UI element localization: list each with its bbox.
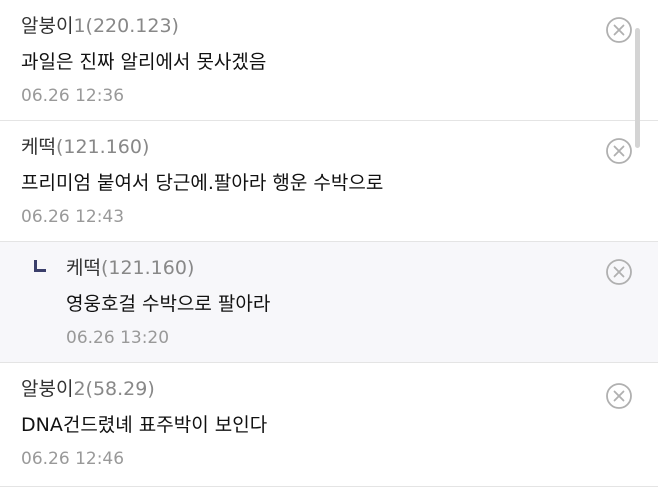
comment-date: 06.26 13:20 (66, 328, 170, 348)
comment-item: 케떡(121.160) 프리미엄 붙여서 당근에.팔아라 행운 수박으로 06.… (0, 121, 658, 242)
delete-comment-icon[interactable] (605, 137, 633, 165)
comment-ip: (121.160) (100, 257, 195, 279)
comment-author: 알붕이2(58.29) (21, 376, 155, 402)
comment-date: 06.26 12:36 (21, 86, 125, 106)
reply-comment-item: 케떡(121.160) 영웅호걸 수박으로 팔아라 06.26 13:20 (0, 242, 658, 363)
scrollbar-thumb[interactable] (635, 28, 640, 148)
comment-item: 알붕이1(220.123) 과일은 진짜 알리에서 못사겠음 06.26 12:… (0, 0, 658, 121)
comment-text: DNA건드렸녜 표주박이 보인다 (21, 414, 268, 436)
comment-date: 06.26 12:43 (21, 207, 125, 227)
comment-ip: (220.123) (85, 15, 179, 37)
comment-list: 알붕이1(220.123) 과일은 진짜 알리에서 못사겠음 06.26 12:… (0, 0, 658, 487)
comment-text: 과일은 진짜 알리에서 못사겠음 (21, 51, 267, 73)
comment-author: 케떡(121.160) (66, 255, 194, 281)
delete-comment-icon[interactable] (605, 382, 633, 410)
comment-author: 케떡(121.160) (21, 134, 149, 160)
delete-comment-icon[interactable] (605, 258, 633, 286)
comment-text: 영웅호걸 수박으로 팔아라 (66, 293, 271, 315)
comment-item: 알붕이2(58.29) DNA건드렸녜 표주박이 보인다 06.26 12:46 (0, 363, 658, 487)
comment-ip: (121.160) (55, 136, 150, 158)
comment-ip: (58.29) (85, 378, 155, 400)
comment-date: 06.26 12:46 (21, 449, 125, 469)
comment-author: 알붕이1(220.123) (21, 13, 179, 39)
delete-comment-icon[interactable] (605, 16, 633, 44)
comment-nickname[interactable]: 알붕이 (21, 15, 73, 37)
comment-text: 프리미엄 붙여서 당근에.팔아라 행운 수박으로 (21, 172, 384, 194)
comment-nickname[interactable]: 케떡 (66, 257, 101, 279)
comment-nickname[interactable]: 알붕이 (21, 378, 73, 400)
comment-nickname-suffix: 1 (73, 15, 86, 37)
comment-nickname[interactable]: 케떡 (21, 136, 56, 158)
comment-nickname-suffix: 2 (73, 378, 86, 400)
reply-arrow-icon (34, 260, 46, 272)
